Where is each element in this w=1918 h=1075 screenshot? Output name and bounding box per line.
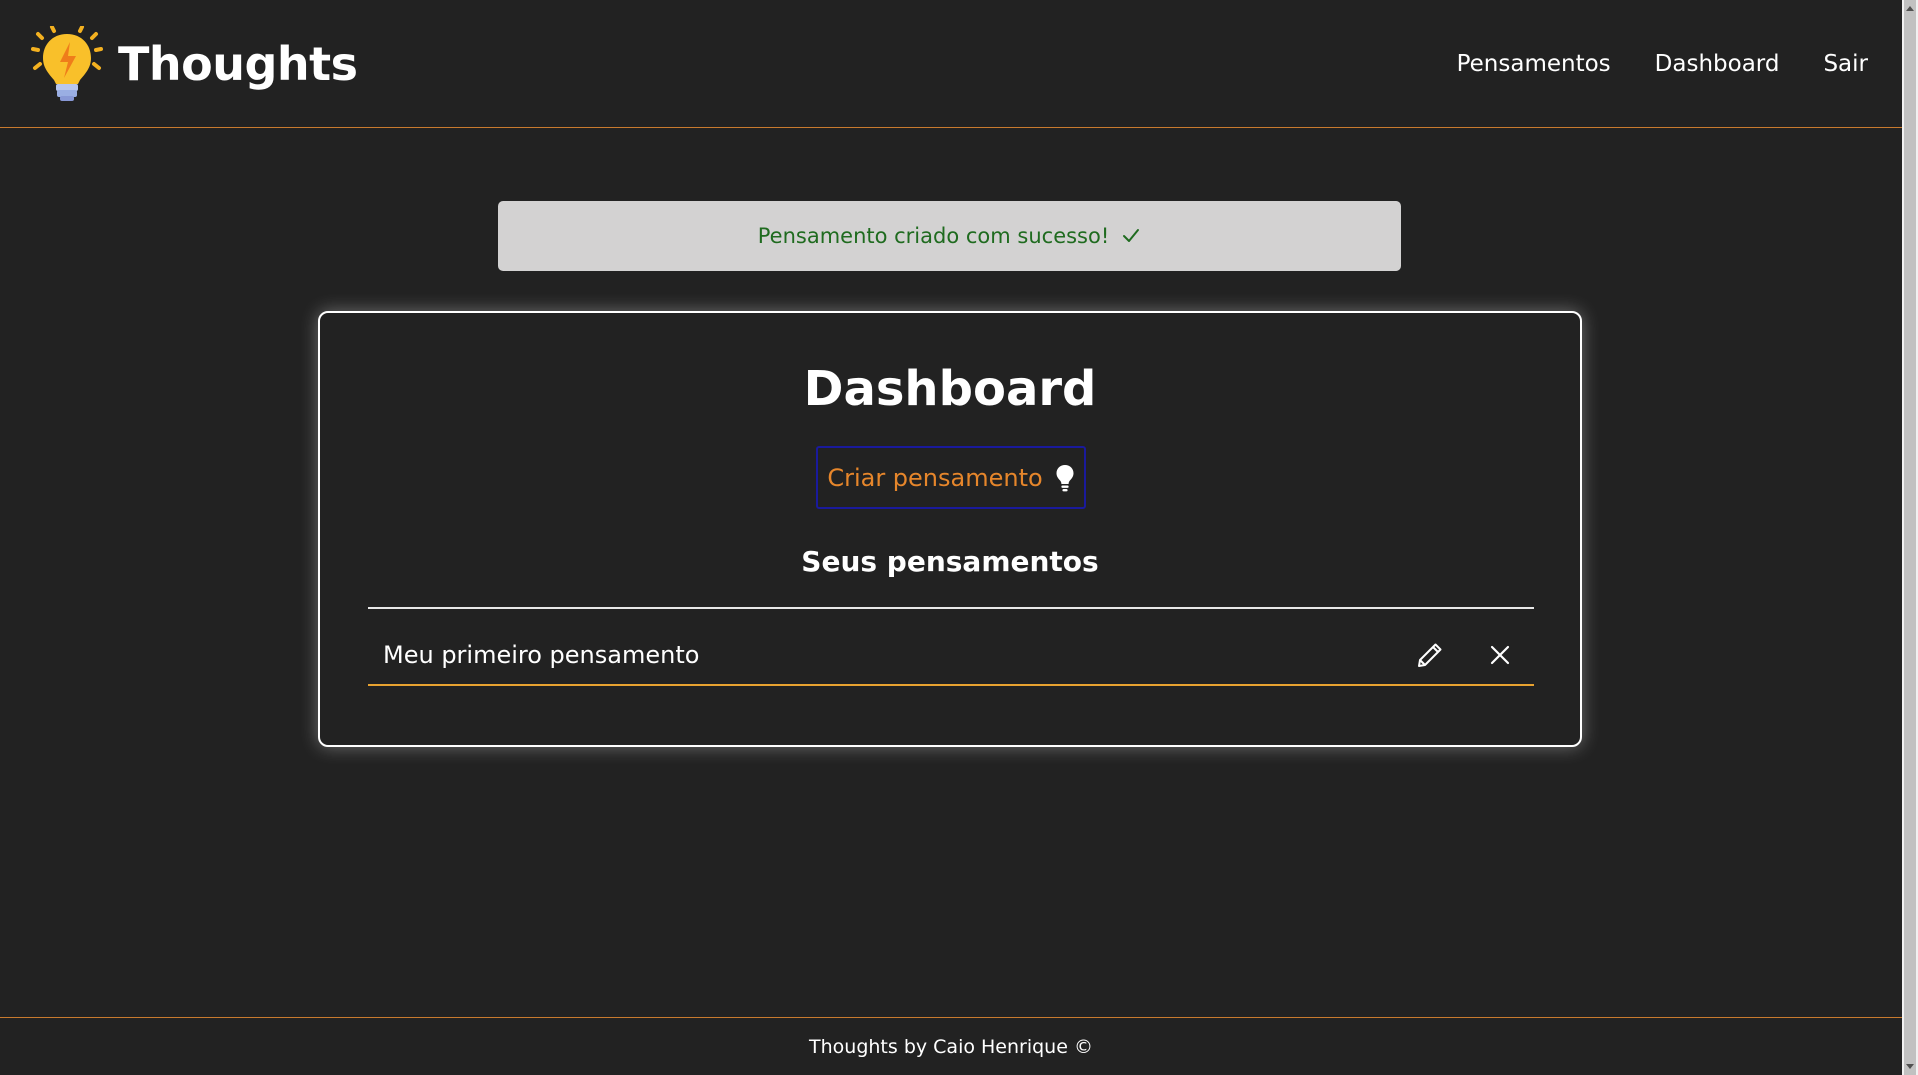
thought-title: Meu primeiro pensamento [383, 641, 700, 669]
create-thought-label: Criar pensamento [827, 463, 1043, 492]
section-title: Seus pensamentos [801, 545, 1099, 578]
close-icon[interactable] [1486, 641, 1514, 669]
brand-link[interactable]: Thoughts [30, 25, 358, 102]
check-icon [1123, 229, 1140, 242]
vertical-scrollbar[interactable] [1902, 0, 1918, 1075]
nav-links: Pensamentos Dashboard Sair [1457, 51, 1868, 77]
page-title: Dashboard [803, 361, 1097, 417]
thought-actions [1416, 641, 1514, 669]
thought-row: Meu primeiro pensamento [368, 626, 1534, 686]
pencil-icon[interactable] [1416, 641, 1444, 669]
dashboard-card: Dashboard Criar pensamento Seus pensamen… [318, 311, 1582, 747]
navbar: Thoughts Pensamentos Dashboard Sair [0, 0, 1902, 128]
footer-text: Thoughts by Caio Henrique © [809, 1035, 1093, 1058]
create-thought-button[interactable]: Criar pensamento [816, 446, 1086, 509]
divider [368, 607, 1534, 609]
lightbulb-logo-icon [31, 25, 103, 101]
footer: Thoughts by Caio Henrique © [0, 1017, 1902, 1075]
brand-name: Thoughts [118, 36, 358, 91]
nav-link-dashboard[interactable]: Dashboard [1655, 51, 1780, 77]
scroll-thumb[interactable] [1904, 0, 1916, 1075]
scroll-up-arrow-icon[interactable] [1902, 0, 1918, 16]
scroll-down-arrow-icon[interactable] [1902, 1059, 1918, 1075]
page: Thoughts Pensamentos Dashboard Sair Pens… [0, 0, 1918, 1075]
nav-link-pensamentos[interactable]: Pensamentos [1457, 51, 1611, 77]
nav-link-sair[interactable]: Sair [1823, 51, 1868, 77]
flash-message: Pensamento criado com sucesso! [498, 201, 1401, 271]
lightbulb-icon [1056, 464, 1074, 491]
flash-text: Pensamento criado com sucesso! [757, 224, 1110, 248]
